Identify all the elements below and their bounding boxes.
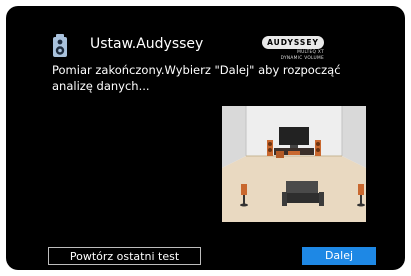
page-title: Ustaw.Audyssey: [90, 36, 204, 52]
logo-brand: AUDYSSEY: [262, 36, 324, 49]
logo-line-2: DYNAMIC VOLUME: [280, 56, 324, 62]
next-button[interactable]: Dalej: [302, 247, 376, 265]
speaker-icon: [53, 34, 67, 57]
logo-line-1: MULTEQ XT: [297, 50, 324, 55]
setup-screen: Ustaw.Audyssey AUDYSSEY MULTEQ XT DYNAMI…: [6, 6, 405, 270]
audyssey-logo: AUDYSSEY MULTEQ XT DYNAMIC VOLUME: [262, 36, 324, 61]
retry-last-test-button[interactable]: Powtórz ostatni test: [48, 247, 201, 265]
room-speakers-icon: [222, 106, 366, 222]
status-message: Pomiar zakończony.Wybierz "Dalej" aby ro…: [52, 63, 341, 93]
